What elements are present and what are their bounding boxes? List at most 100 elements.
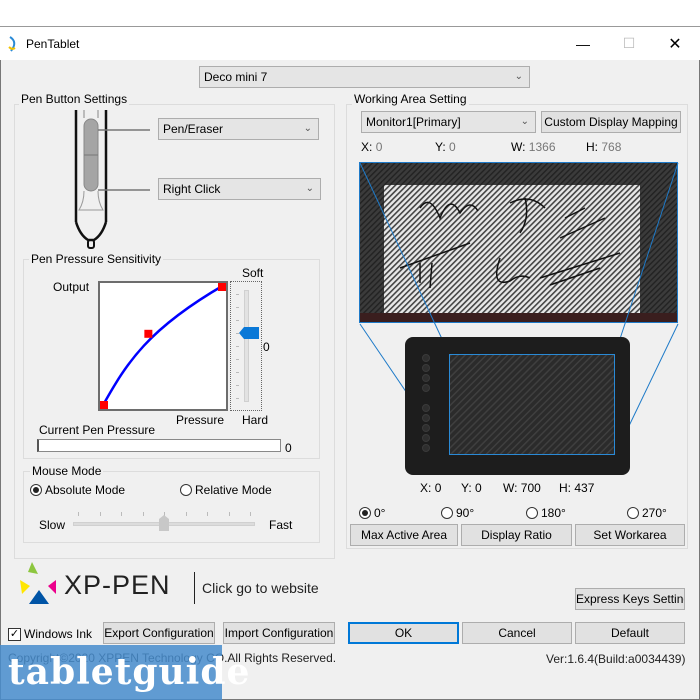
speed-tick (207, 512, 208, 516)
slider-tick (236, 359, 239, 360)
website-link[interactable]: Click go to website (202, 580, 319, 596)
radio-unselected-icon (180, 484, 192, 496)
screen-h-readout: H: 768 (586, 140, 622, 154)
absolute-mode-label: Absolute Mode (45, 483, 126, 497)
rotation-90-label: 90° (456, 506, 475, 520)
pressure-axis-label: Pressure (176, 413, 225, 427)
current-pressure-value: 0 (285, 441, 292, 455)
slider-track (244, 290, 249, 402)
title-bar: PenTablet — ☐ ✕ (0, 26, 700, 60)
express-key (422, 404, 430, 412)
slow-label: Slow (39, 518, 66, 532)
pen-illustration-icon (74, 110, 150, 249)
max-active-area-button[interactable]: Max Active Area (350, 524, 458, 546)
chevron-down-icon: ⌄ (520, 116, 529, 127)
tablet-x-readout: X: 0 (420, 481, 442, 495)
display-ratio-button[interactable]: Display Ratio (461, 524, 572, 546)
express-key (422, 354, 430, 362)
absolute-mode-radio[interactable]: Absolute Mode (30, 483, 125, 497)
radio-unselected-icon (441, 507, 453, 519)
lower-pen-button-value: Right Click (163, 182, 221, 196)
radio-selected-icon (359, 507, 371, 519)
pentablet-app-icon (8, 36, 16, 52)
upper-pen-button-select[interactable]: Pen/Eraser ⌄ (158, 118, 319, 140)
device-select-value: Deco mini 7 (204, 70, 268, 84)
working-area-label: Working Area Setting (352, 92, 469, 106)
ok-button[interactable]: OK (348, 622, 459, 644)
slider-tick (236, 398, 239, 399)
window-title: PenTablet (26, 37, 80, 51)
slider-tick (236, 385, 239, 386)
rotation-0-radio[interactable]: 0° (359, 506, 385, 520)
current-pressure-label: Current Pen Pressure (39, 423, 156, 437)
pen-button-settings-label: Pen Button Settings (19, 92, 130, 106)
upper-pen-button-value: Pen/Eraser (163, 122, 224, 136)
tablet-h-readout: H: 437 (559, 481, 595, 495)
tablet-w-readout: W: 700 (503, 481, 541, 495)
express-key (422, 384, 430, 392)
xp-pen-logo-icon[interactable] (20, 560, 60, 606)
logo-divider (194, 572, 195, 604)
slider-tick (236, 294, 239, 295)
curve-control-point[interactable] (100, 401, 108, 409)
device-select[interactable]: Deco mini 7 ⌄ (199, 66, 530, 88)
set-workarea-button[interactable]: Set Workarea (575, 524, 685, 546)
custom-display-mapping-button[interactable]: Custom Display Mapping (541, 111, 681, 133)
pressure-curve-graph[interactable] (98, 281, 228, 411)
mouse-mode-label: Mouse Mode (30, 464, 104, 478)
speed-tick (142, 512, 144, 516)
windows-ink-checkbox[interactable]: ✓ Windows Ink (8, 627, 92, 641)
screen-w-readout: W: 1366 (511, 140, 556, 154)
pressure-sensitivity-slider[interactable] (230, 281, 262, 411)
xp-pen-logo-text: XP-PEN (64, 570, 171, 600)
curve-control-point[interactable] (144, 329, 153, 338)
slider-thumb[interactable] (239, 327, 259, 339)
relative-mode-label: Relative Mode (195, 483, 272, 497)
rotation-270-radio[interactable]: 270° (627, 506, 667, 520)
express-keys-setting-button[interactable]: Express Keys Setting (575, 588, 685, 610)
slider-tick (236, 346, 239, 347)
tablet-y-readout: Y: 0 (461, 481, 482, 495)
speed-tick (185, 512, 187, 516)
hard-label: Hard (242, 413, 269, 427)
fast-label: Fast (269, 518, 293, 532)
mouse-mode-group (23, 471, 320, 543)
rotation-0-label: 0° (374, 506, 386, 520)
lower-pen-button-select[interactable]: Right Click ⌄ (158, 178, 321, 200)
default-button[interactable]: Default (575, 622, 685, 644)
rotation-180-label: 180° (541, 506, 566, 520)
tabletguide-watermark: tabletguide (0, 645, 249, 700)
import-configuration-button[interactable]: Import Configuration (223, 622, 335, 644)
curve-control-point[interactable] (218, 283, 226, 291)
tablet-active-area[interactable] (449, 354, 615, 455)
monitor-select-value: Monitor1[Primary] (366, 115, 461, 129)
close-button[interactable]: ✕ (652, 27, 698, 60)
monitor-select[interactable]: Monitor1[Primary] ⌄ (361, 111, 536, 133)
current-pressure-bar (37, 439, 281, 452)
windows-ink-label: Windows Ink (24, 627, 93, 641)
rotation-180-radio[interactable]: 180° (526, 506, 566, 520)
rotation-90-radio[interactable]: 90° (441, 506, 474, 520)
slider-tick (236, 307, 239, 308)
soft-label: Soft (242, 266, 264, 280)
express-key (422, 364, 430, 372)
radio-unselected-icon (526, 507, 538, 519)
export-configuration-button[interactable]: Export Configuration (103, 622, 215, 644)
relative-mode-radio[interactable]: Relative Mode (180, 483, 272, 497)
speed-tick (99, 512, 101, 516)
pressure-curve[interactable] (100, 283, 226, 409)
pen-pressure-label: Pen Pressure Sensitivity (29, 252, 164, 266)
radio-selected-icon (30, 484, 42, 496)
speed-tick (121, 512, 122, 516)
slider-tick (236, 320, 239, 321)
version-text: Ver:1.6.4(Build:a0034439) (546, 652, 686, 666)
mouse-speed-thumb[interactable] (159, 515, 169, 531)
express-key (422, 444, 430, 452)
checkbox-checked-icon: ✓ (8, 627, 21, 641)
screen-x-readout: X: 0 (361, 140, 383, 154)
minimize-button[interactable]: — (560, 27, 606, 60)
cancel-button[interactable]: Cancel (462, 622, 572, 644)
speed-tick (228, 512, 230, 516)
maximize-button[interactable]: ☐ (606, 27, 652, 60)
chevron-down-icon: ⌄ (305, 183, 314, 194)
